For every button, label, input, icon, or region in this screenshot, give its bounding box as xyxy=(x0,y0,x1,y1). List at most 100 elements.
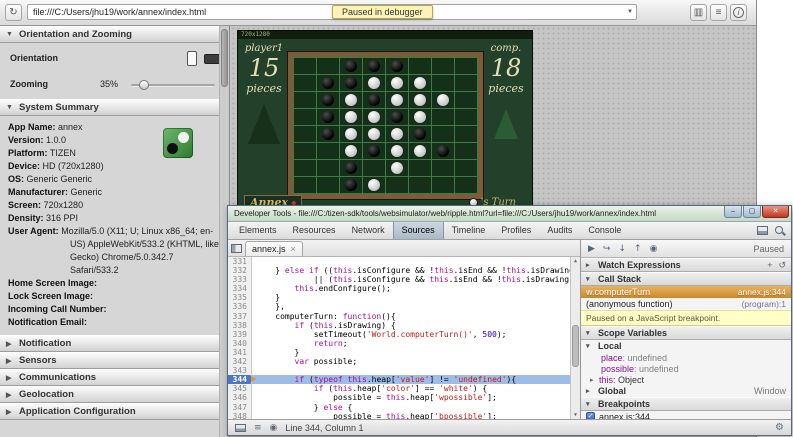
board-cell[interactable] xyxy=(432,160,454,176)
board-cell[interactable] xyxy=(386,143,408,159)
code-line[interactable]: 339 setTimeout('World.computerTurn()', 5… xyxy=(228,330,570,339)
board-cell[interactable] xyxy=(317,143,339,159)
board-cell[interactable] xyxy=(363,177,385,193)
section-header-notification[interactable]: ▶Notification xyxy=(0,335,229,352)
zoom-slider[interactable] xyxy=(131,84,215,87)
board-cell[interactable] xyxy=(432,109,454,125)
minimize-button[interactable]: – xyxy=(724,206,742,218)
board-cell[interactable] xyxy=(363,126,385,142)
code-line[interactable]: 342 var possible; xyxy=(228,357,570,366)
board-cell[interactable] xyxy=(386,58,408,74)
devtools-tab-profiles[interactable]: Profiles xyxy=(493,222,539,239)
board-cell[interactable] xyxy=(317,109,339,125)
devtools-tab-audits[interactable]: Audits xyxy=(539,222,580,239)
console-drawer-icon[interactable]: ≡ xyxy=(254,423,262,433)
scroll-down-icon[interactable]: ▼ xyxy=(571,412,580,418)
dock-icon[interactable] xyxy=(757,226,768,235)
breakpoints-header[interactable]: ▾ Breakpoints xyxy=(581,397,791,411)
board-cell[interactable] xyxy=(455,160,477,176)
board-cell[interactable] xyxy=(432,92,454,108)
section-header-system-summary[interactable]: ▼ System Summary xyxy=(0,99,229,116)
file-tab-annexjs[interactable]: annex.js × xyxy=(245,241,303,256)
scope-group-global[interactable]: ▸GlobalWindow xyxy=(581,385,791,397)
board-cell[interactable] xyxy=(409,109,431,125)
devtools-titlebar[interactable]: Developer Tools - file:///C:/tizen-sdk/t… xyxy=(228,206,791,222)
info-button[interactable]: i xyxy=(730,4,747,21)
board-cell[interactable] xyxy=(386,92,408,108)
board-cell[interactable] xyxy=(294,92,316,108)
add-watch-icon[interactable]: + xyxy=(767,260,772,271)
board-cell[interactable] xyxy=(432,126,454,142)
watch-expressions-header[interactable]: ▸ Watch Expressions + ↺ xyxy=(581,258,791,272)
board-cell[interactable] xyxy=(386,109,408,125)
board-cell[interactable] xyxy=(455,58,477,74)
board-cell[interactable] xyxy=(363,109,385,125)
code-line[interactable]: 338 if (this.isDrawing) { xyxy=(228,321,570,330)
scope-variable[interactable]: possible: undefined xyxy=(581,363,791,374)
board-cell[interactable] xyxy=(409,126,431,142)
board-cell[interactable] xyxy=(363,92,385,108)
board-cell[interactable] xyxy=(340,92,362,108)
code-line[interactable]: 341 } xyxy=(228,348,570,357)
close-tab-icon[interactable]: × xyxy=(291,242,296,256)
code-line[interactable]: 332 } else if ((this.isConfigure && !thi… xyxy=(228,266,570,275)
board-cell[interactable] xyxy=(432,143,454,159)
board-cell[interactable] xyxy=(317,177,339,193)
section-header-application-configuration[interactable]: ▶Application Configuration xyxy=(0,403,229,420)
code-scrollbar[interactable]: ▲ ▼ xyxy=(570,257,580,419)
code-line[interactable]: 346 possible = this.heap['wpossible']; xyxy=(228,393,570,402)
call-stack-header[interactable]: ▾ Call Stack xyxy=(581,272,791,286)
board-cell[interactable] xyxy=(363,75,385,91)
close-button[interactable]: ✕ xyxy=(762,206,789,218)
devtools-tab-console[interactable]: Console xyxy=(580,222,629,239)
board-cell[interactable] xyxy=(340,160,362,176)
code-line[interactable]: 343 xyxy=(228,366,570,375)
board-cell[interactable] xyxy=(294,177,316,193)
board-cell[interactable] xyxy=(294,143,316,159)
code-line[interactable]: 344 if (typeof this.heap['value'] != 'un… xyxy=(228,375,570,384)
scroll-up-icon[interactable]: ▲ xyxy=(571,258,580,264)
scope-variable[interactable]: ▸this: Object xyxy=(581,374,791,385)
board-cell[interactable] xyxy=(409,160,431,176)
step-over-icon[interactable]: ↪ xyxy=(603,244,611,254)
scope-variable[interactable]: place: undefined xyxy=(581,352,791,363)
call-stack-frame[interactable]: (anonymous function)(program):1 xyxy=(581,298,791,310)
board-cell[interactable] xyxy=(317,75,339,91)
board-cell[interactable] xyxy=(363,58,385,74)
board-cell[interactable] xyxy=(317,92,339,108)
devtools-tab-timeline[interactable]: Timeline xyxy=(444,222,494,239)
board-cell[interactable] xyxy=(294,58,316,74)
board-cell[interactable] xyxy=(455,126,477,142)
board-cell[interactable] xyxy=(363,160,385,176)
scope-group-local[interactable]: ▾Local xyxy=(581,340,791,352)
board-cell[interactable] xyxy=(317,58,339,74)
portrait-orientation-icon[interactable] xyxy=(187,51,197,66)
board-cell[interactable] xyxy=(317,126,339,142)
code-line[interactable]: 337 computerTurn: function(){ xyxy=(228,312,570,321)
resume-icon[interactable]: ▶ xyxy=(588,244,595,254)
board-cell[interactable] xyxy=(386,75,408,91)
board-cell[interactable] xyxy=(409,143,431,159)
board-cell[interactable] xyxy=(294,109,316,125)
section-header-geolocation[interactable]: ▶Geolocation xyxy=(0,386,229,403)
toggle-breakpoints-icon[interactable]: ◉ xyxy=(650,244,658,254)
refresh-watch-icon[interactable]: ↺ xyxy=(778,260,786,271)
code-line[interactable]: 336 }, xyxy=(228,302,570,311)
devtools-tab-elements[interactable]: Elements xyxy=(231,222,285,239)
zoom-slider-thumb[interactable] xyxy=(139,80,149,90)
board-cell[interactable] xyxy=(455,92,477,108)
step-into-icon[interactable]: ↓ xyxy=(618,244,626,254)
url-dropdown-icon[interactable]: ▼ xyxy=(627,5,633,19)
gear-icon[interactable]: ⚙ xyxy=(775,422,784,433)
breakpoint-entry[interactable]: ✓annex.js:344 xyxy=(581,411,791,419)
code-editor[interactable]: 331332 } else if ((this.isConfigure && !… xyxy=(228,257,580,419)
code-line[interactable]: 348 possible = this.heap['bpossible']; xyxy=(228,412,570,419)
step-out-icon[interactable]: ↑ xyxy=(634,244,642,254)
maximize-button[interactable]: ▢ xyxy=(743,206,761,218)
show-navigator-icon[interactable] xyxy=(231,244,242,253)
game-board[interactable] xyxy=(293,57,478,194)
board-cell[interactable] xyxy=(455,143,477,159)
board-cell[interactable] xyxy=(386,160,408,176)
board-cell[interactable] xyxy=(294,75,316,91)
board-cell[interactable] xyxy=(409,58,431,74)
